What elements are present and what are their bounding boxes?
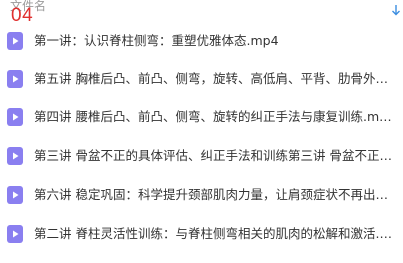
file-name: 第四讲 腰椎后凸、前凸、侧弯、旋转的纠正手法与康复训练.mp4 (34, 109, 394, 124)
file-name: 第六讲 稳定巩固：科学提升颈部肌肉力量，让肩颈症状不再出现.m… (34, 187, 394, 202)
file-row[interactable]: 第六讲 稳定巩固：科学提升颈部肌肉力量，让肩颈症状不再出现.m… (0, 176, 403, 214)
video-file-icon (7, 225, 23, 243)
file-name: 第三讲 骨盆不正的具体评估、纠正手法和训练第三讲 骨盆不正的具… (34, 148, 394, 163)
file-name: 第二讲 脊柱灵活性训练：与脊柱侧弯相关的肌肉的松解和激活.mp4 (34, 226, 394, 241)
file-list-header: 文件名 04 (0, 0, 403, 26)
video-file-icon (7, 70, 23, 88)
file-row[interactable]: 第四讲 腰椎后凸、前凸、侧弯、旋转的纠正手法与康复训练.mp4 (0, 98, 403, 136)
file-row[interactable]: 第二讲 脊柱灵活性训练：与脊柱侧弯相关的肌肉的松解和激活.mp4 (0, 215, 403, 253)
file-row[interactable]: 第五讲 胸椎后凸、前凸、侧弯，旋转、高低肩、平背、肋骨外翻的… (0, 60, 403, 98)
arrow-down-icon[interactable] (391, 1, 401, 16)
video-file-icon (7, 186, 23, 204)
video-file-icon (7, 108, 23, 126)
file-name: 第一讲：认识脊柱侧弯：重塑优雅体态.mp4 (34, 33, 279, 48)
file-row[interactable]: 第一讲：认识脊柱侧弯：重塑优雅体态.mp4 (0, 22, 403, 60)
video-file-icon (7, 147, 23, 165)
file-row[interactable]: 第三讲 骨盆不正的具体评估、纠正手法和训练第三讲 骨盆不正的具… (0, 137, 403, 175)
video-file-icon (7, 32, 23, 50)
file-name: 第五讲 胸椎后凸、前凸、侧弯，旋转、高低肩、平背、肋骨外翻的… (34, 71, 394, 86)
